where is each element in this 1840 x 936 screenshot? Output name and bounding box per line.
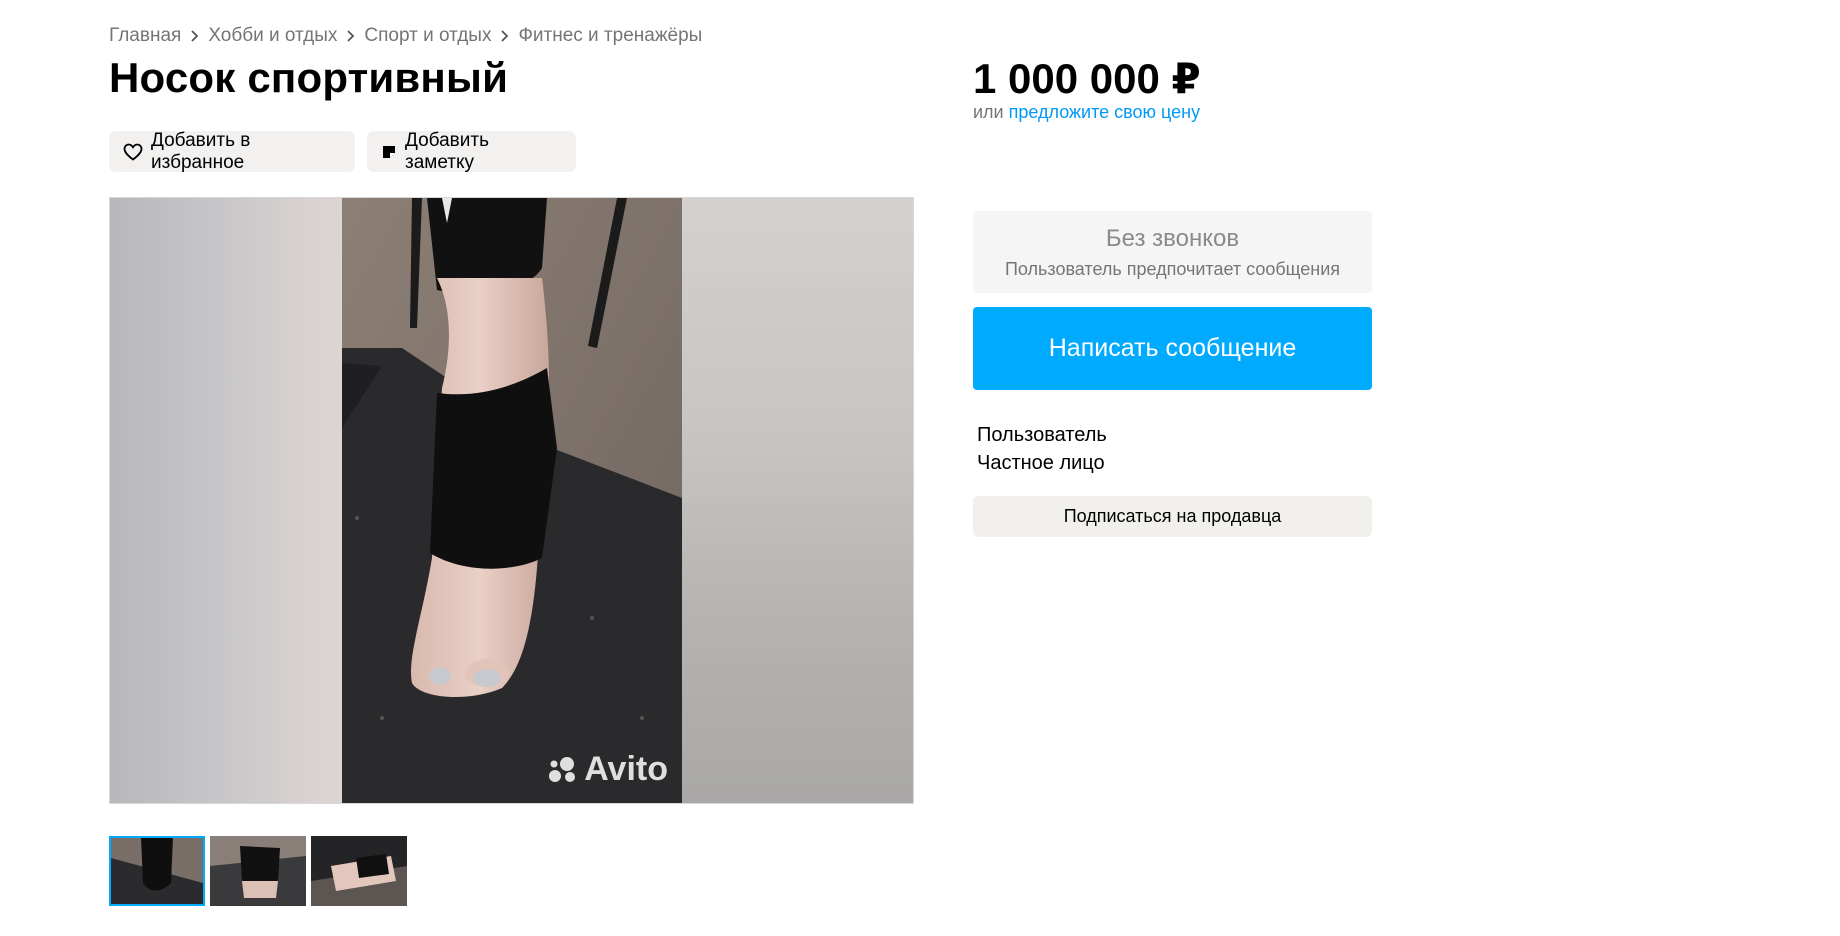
seller-name[interactable]: Пользователь — [977, 424, 1107, 447]
write-message-button[interactable]: Написать сообщение — [973, 307, 1372, 390]
subscribe-seller-button[interactable]: Подписаться на продавца — [973, 496, 1372, 537]
gallery-blur-right — [681, 198, 913, 803]
page-title: Носок спортивный — [109, 54, 509, 101]
price: 1 000 000 ₽ — [973, 55, 1201, 102]
avito-logo-icon — [549, 756, 576, 782]
breadcrumb-item-home[interactable]: Главная — [109, 25, 181, 47]
thumbnail-1[interactable] — [109, 836, 205, 906]
main-photo[interactable]: Avito — [342, 198, 682, 803]
thumbnail-3[interactable] — [311, 836, 407, 906]
seller-type: Частное лицо — [977, 452, 1105, 474]
gallery-blur-left — [110, 198, 342, 803]
add-note-button[interactable]: Добавить заметку — [367, 129, 576, 173]
photo-gallery[interactable]: Avito — [109, 197, 914, 804]
heart-icon — [123, 143, 143, 161]
price-offer-line: или предложите свою цену — [973, 102, 1200, 123]
chevron-right-icon — [190, 29, 199, 43]
add-to-favorites-label: Добавить в избранное — [151, 129, 251, 173]
no-calls-title: Без звонков — [1105, 225, 1240, 252]
listing-page: Главная Хобби и отдых Спорт и отдых Фитн… — [0, 0, 1840, 936]
breadcrumb-item-hobby[interactable]: Хобби и отдых — [208, 25, 337, 47]
add-note-label: Добавить заметку — [405, 129, 489, 173]
price-or-text: или — [973, 102, 1009, 122]
breadcrumb-item-sport[interactable]: Спорт и отдых — [364, 25, 491, 47]
main-photo-image — [342, 198, 682, 803]
avito-watermark: Avito — [548, 750, 668, 789]
chevron-right-icon — [500, 29, 509, 43]
breadcrumb: Главная Хобби и отдых Спорт и отдых Фитн… — [109, 25, 702, 47]
add-to-favorites-button[interactable]: Добавить в избранное — [109, 129, 355, 173]
no-calls-notice: Без звонков Пользователь предпочитает со… — [973, 211, 1372, 293]
thumbnail-strip — [109, 836, 407, 906]
thumbnail-2[interactable] — [210, 836, 306, 906]
chevron-right-icon — [346, 29, 355, 43]
no-calls-subtitle: Пользователь предпочитает сообщения — [1004, 259, 1341, 279]
listing-actions: Добавить в избранное Добавить заметку — [109, 129, 576, 173]
offer-price-link[interactable]: предложите свою цену — [1009, 102, 1200, 122]
note-icon — [381, 144, 397, 160]
breadcrumb-item-fitness[interactable]: Фитнес и тренажёры — [518, 25, 702, 47]
watermark-text: Avito — [584, 750, 668, 788]
